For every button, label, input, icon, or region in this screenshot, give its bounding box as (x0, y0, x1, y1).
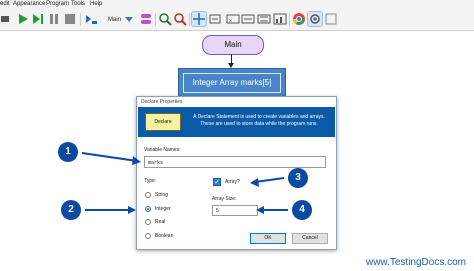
chrome-icon[interactable] (292, 12, 306, 26)
zoom-select[interactable]: Main (108, 17, 121, 23)
chart-icon[interactable] (273, 12, 287, 26)
type-real-radio[interactable] (145, 219, 151, 225)
menu-help[interactable]: Help (90, 1, 102, 7)
type-string-radio[interactable] (145, 192, 151, 198)
declare-block-label: Integer Array marks[5] (183, 73, 281, 93)
debug-icon[interactable] (84, 12, 98, 26)
type-real-label: Real (155, 219, 166, 225)
type-label: Type: (144, 178, 157, 184)
input-icon[interactable] (241, 12, 255, 26)
arrange-icon[interactable] (208, 12, 222, 26)
stop-icon[interactable] (63, 12, 77, 26)
step-icon[interactable] (31, 12, 45, 26)
output-icon[interactable] (257, 12, 271, 26)
settings-icon[interactable] (307, 11, 323, 27)
pause-icon[interactable] (47, 12, 61, 26)
type-integer-radio[interactable] (145, 206, 151, 212)
menu-edit[interactable]: edit (0, 1, 10, 7)
layout-icon[interactable] (139, 12, 153, 26)
toolbar-separator (80, 13, 81, 26)
variable-names-label: Variable Names: (144, 147, 181, 153)
type-integer-label: Integer (155, 206, 171, 212)
toolbar: Main x (0, 9, 474, 31)
main-start-terminal[interactable]: Main (202, 35, 264, 55)
array-size-label: Array Size: (212, 196, 237, 202)
menu-appearance[interactable]: Appearance (13, 1, 45, 7)
array-size-input[interactable]: 5 (212, 205, 258, 216)
toolbar-separator (189, 13, 190, 26)
run-icon[interactable] (16, 12, 30, 26)
var-watch-icon[interactable]: x (226, 12, 240, 26)
callout-badge-2: 2 (61, 200, 81, 220)
chevron-down-icon[interactable] (122, 12, 136, 26)
ok-button[interactable]: OK (250, 233, 286, 244)
type-string-label: String (155, 192, 169, 198)
type-boolean-label: Boolean (155, 233, 174, 239)
array-label: Array? (225, 179, 240, 185)
menu-program[interactable]: Program (46, 1, 69, 7)
toolbar-separator (289, 13, 290, 26)
zoom-in-icon[interactable] (158, 12, 172, 26)
watermark-text: www.TestingDocs.com (365, 257, 466, 268)
help-icon[interactable] (324, 12, 338, 26)
toolbar-separator (155, 13, 156, 26)
previous-icon[interactable] (0, 12, 14, 26)
zoom-out-icon[interactable] (173, 12, 187, 26)
type-boolean-radio[interactable] (145, 233, 151, 239)
svg-text:x: x (229, 18, 232, 24)
menu-tools[interactable]: Tools (71, 1, 85, 7)
select-icon[interactable] (191, 11, 207, 27)
dialog-header: Declare A Declare Statement is used to c… (138, 107, 335, 137)
callout-badge-1: 1 (58, 142, 78, 162)
declare-block[interactable]: Integer Array marks[5] (178, 68, 286, 98)
dialog-description: A Declare Statement is used to create va… (193, 114, 325, 127)
variable-names-input[interactable]: marks (144, 156, 326, 168)
callout-badge-4: 4 (292, 200, 312, 220)
array-checkbox[interactable]: ✓ (213, 178, 221, 186)
callout-badge-3: 3 (288, 168, 308, 188)
declare-badge: Declare (145, 113, 181, 131)
cancel-button[interactable]: Cancel (292, 233, 328, 244)
dialog-title: Declare Properties (141, 99, 183, 105)
